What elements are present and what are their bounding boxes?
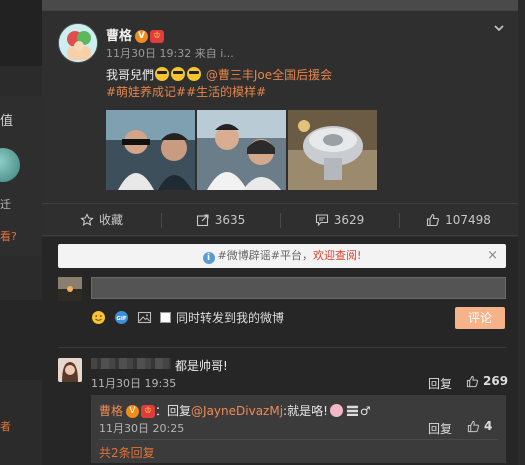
post-photo-3[interactable] (288, 110, 377, 190)
post-source-prefix: 来自 (194, 47, 217, 60)
favorite-button[interactable]: 收藏 (42, 204, 161, 235)
post-mention-link[interactable]: @曹三丰Joe全国后援会 (206, 68, 332, 82)
sunglasses-emoji-icon (187, 67, 202, 81)
comment-input[interactable] (91, 277, 506, 299)
background-right-strip (518, 0, 525, 465)
image-icon[interactable] (137, 310, 152, 325)
thumbs-up-icon (466, 375, 479, 388)
reply-time: 11月30日 20:25 (99, 422, 185, 435)
qr-emoji-icon (346, 405, 358, 416)
background-tag-text: 值 (0, 114, 14, 129)
thumbs-up-icon (426, 213, 440, 227)
like-button[interactable]: 107498 (399, 204, 518, 235)
svg-text:GIF: GIF (116, 316, 127, 322)
reply-line: 曹格 V ♔ ：回复@JayneDivazMj:就是咯! ♂ (99, 402, 371, 419)
comment-count: 3629 (333, 212, 365, 227)
nested-reply-box: 曹格 V ♔ ：回复@JayneDivazMj:就是咯! ♂ 11月30日 20:25 … (91, 395, 506, 463)
reply-reply-button[interactable]: 回复 (428, 420, 452, 437)
star-icon (80, 212, 94, 227)
reply-like-button[interactable]: 4 (467, 419, 492, 433)
reply-like-count: 4 (484, 419, 493, 433)
reply-text: :就是咯! (283, 404, 328, 418)
comment-section: i #微博辟谣#平台，欢迎查阅! × GIF 同时转发到我的微博 评论 都是帅哥… (42, 237, 518, 465)
notice-link[interactable]: 欢迎查阅! (313, 249, 361, 262)
verified-badge-icon: V (126, 405, 140, 418)
comment-reply-button[interactable]: 回复 (428, 375, 452, 392)
comment-button[interactable]: 3629 (280, 204, 399, 235)
crown-badge-icon: ♔ (141, 405, 156, 418)
post-source[interactable]: i... (220, 47, 234, 60)
composer-toolbar: GIF 同时转发到我的微博 (91, 308, 284, 326)
notice-text: #微博辟谣#平台， (217, 249, 313, 262)
comment-like-count: 269 (483, 374, 509, 388)
comment-time: 11月30日 19:35 (91, 377, 177, 390)
crown-badge-icon: ♔ (150, 30, 165, 43)
post-photo-2[interactable] (197, 110, 286, 190)
reply-prefix: ：回复 (155, 404, 192, 418)
share-button[interactable]: 3635 (161, 204, 280, 235)
reply-divider (99, 439, 498, 440)
sunglasses-emoji-icon (171, 67, 186, 81)
post-action-bar: 收藏 3635 3629 107498 (42, 203, 518, 236)
more-replies-link[interactable]: 共2条回复 (99, 444, 155, 461)
emoji-icon[interactable] (91, 310, 106, 325)
post-hashtag-link[interactable]: #萌娃养成记##生活的模样# (106, 85, 266, 99)
commenter-avatar[interactable] (58, 358, 82, 382)
favorite-label: 收藏 (98, 213, 123, 227)
post-date[interactable]: 11月30日 19:32 (106, 47, 191, 60)
author-name[interactable]: 曹格 (106, 29, 132, 44)
post-text: 我哥兒們 @曹三丰Joe全国后援会 #萌娃养成记##生活的模样# (106, 67, 506, 101)
background-top-strip (42, 0, 525, 10)
male-sign-text: ♂ (359, 404, 371, 418)
background-page-left: 值 迁 看? 者 (0, 0, 42, 465)
weibo-post-card: 曹格 V ♔ 11月30日 19:32 来自 i... 我哥兒們 @曹三丰Joe全国… (42, 10, 518, 465)
reply-mention-link[interactable]: @JayneDivazMj (191, 404, 283, 418)
share-count: 3635 (214, 212, 246, 227)
rumor-notice-bar: i #微博辟谣#平台，欢迎查阅! × (58, 244, 506, 268)
background-side-link[interactable]: 看? (0, 228, 17, 244)
thumbs-up-icon (467, 420, 480, 433)
info-icon: i (202, 252, 215, 264)
background-card-2 (0, 300, 42, 380)
like-count: 107498 (445, 212, 491, 227)
submit-comment-button[interactable]: 评论 (455, 307, 505, 329)
sunglasses-emoji-icon (155, 67, 170, 81)
background-header-strip (0, 0, 42, 66)
comment-divider (58, 347, 506, 348)
post-meta: 11月30日 19:32 来自 i... (106, 45, 234, 61)
reply-author[interactable]: 曹格 (99, 404, 123, 418)
post-photo-grid (106, 110, 378, 190)
post-text-prefix: 我哥兒們 (106, 68, 155, 82)
comment-text: 都是帅哥! (175, 359, 228, 373)
girl-emoji-icon (329, 404, 343, 417)
post-photo-1[interactable] (106, 110, 195, 190)
background-side-link-2[interactable]: 者 (0, 418, 11, 434)
close-icon[interactable]: × (487, 244, 498, 268)
verified-badge-icon: V (135, 30, 149, 43)
chevron-down-icon[interactable] (492, 21, 506, 35)
background-side-text: 迁 (0, 198, 11, 211)
forward-checkbox[interactable] (160, 311, 171, 323)
current-user-avatar (58, 277, 82, 301)
comment-like-button[interactable]: 269 (466, 374, 508, 388)
author-name-row: 曹格 V ♔ (106, 25, 165, 44)
gif-icon[interactable]: GIF (114, 310, 129, 325)
forward-checkbox-label: 同时转发到我的微博 (176, 310, 285, 325)
commenter-name-blurred (91, 358, 171, 369)
author-avatar[interactable] (58, 23, 98, 63)
comment-icon (315, 213, 329, 227)
share-icon (196, 213, 210, 227)
